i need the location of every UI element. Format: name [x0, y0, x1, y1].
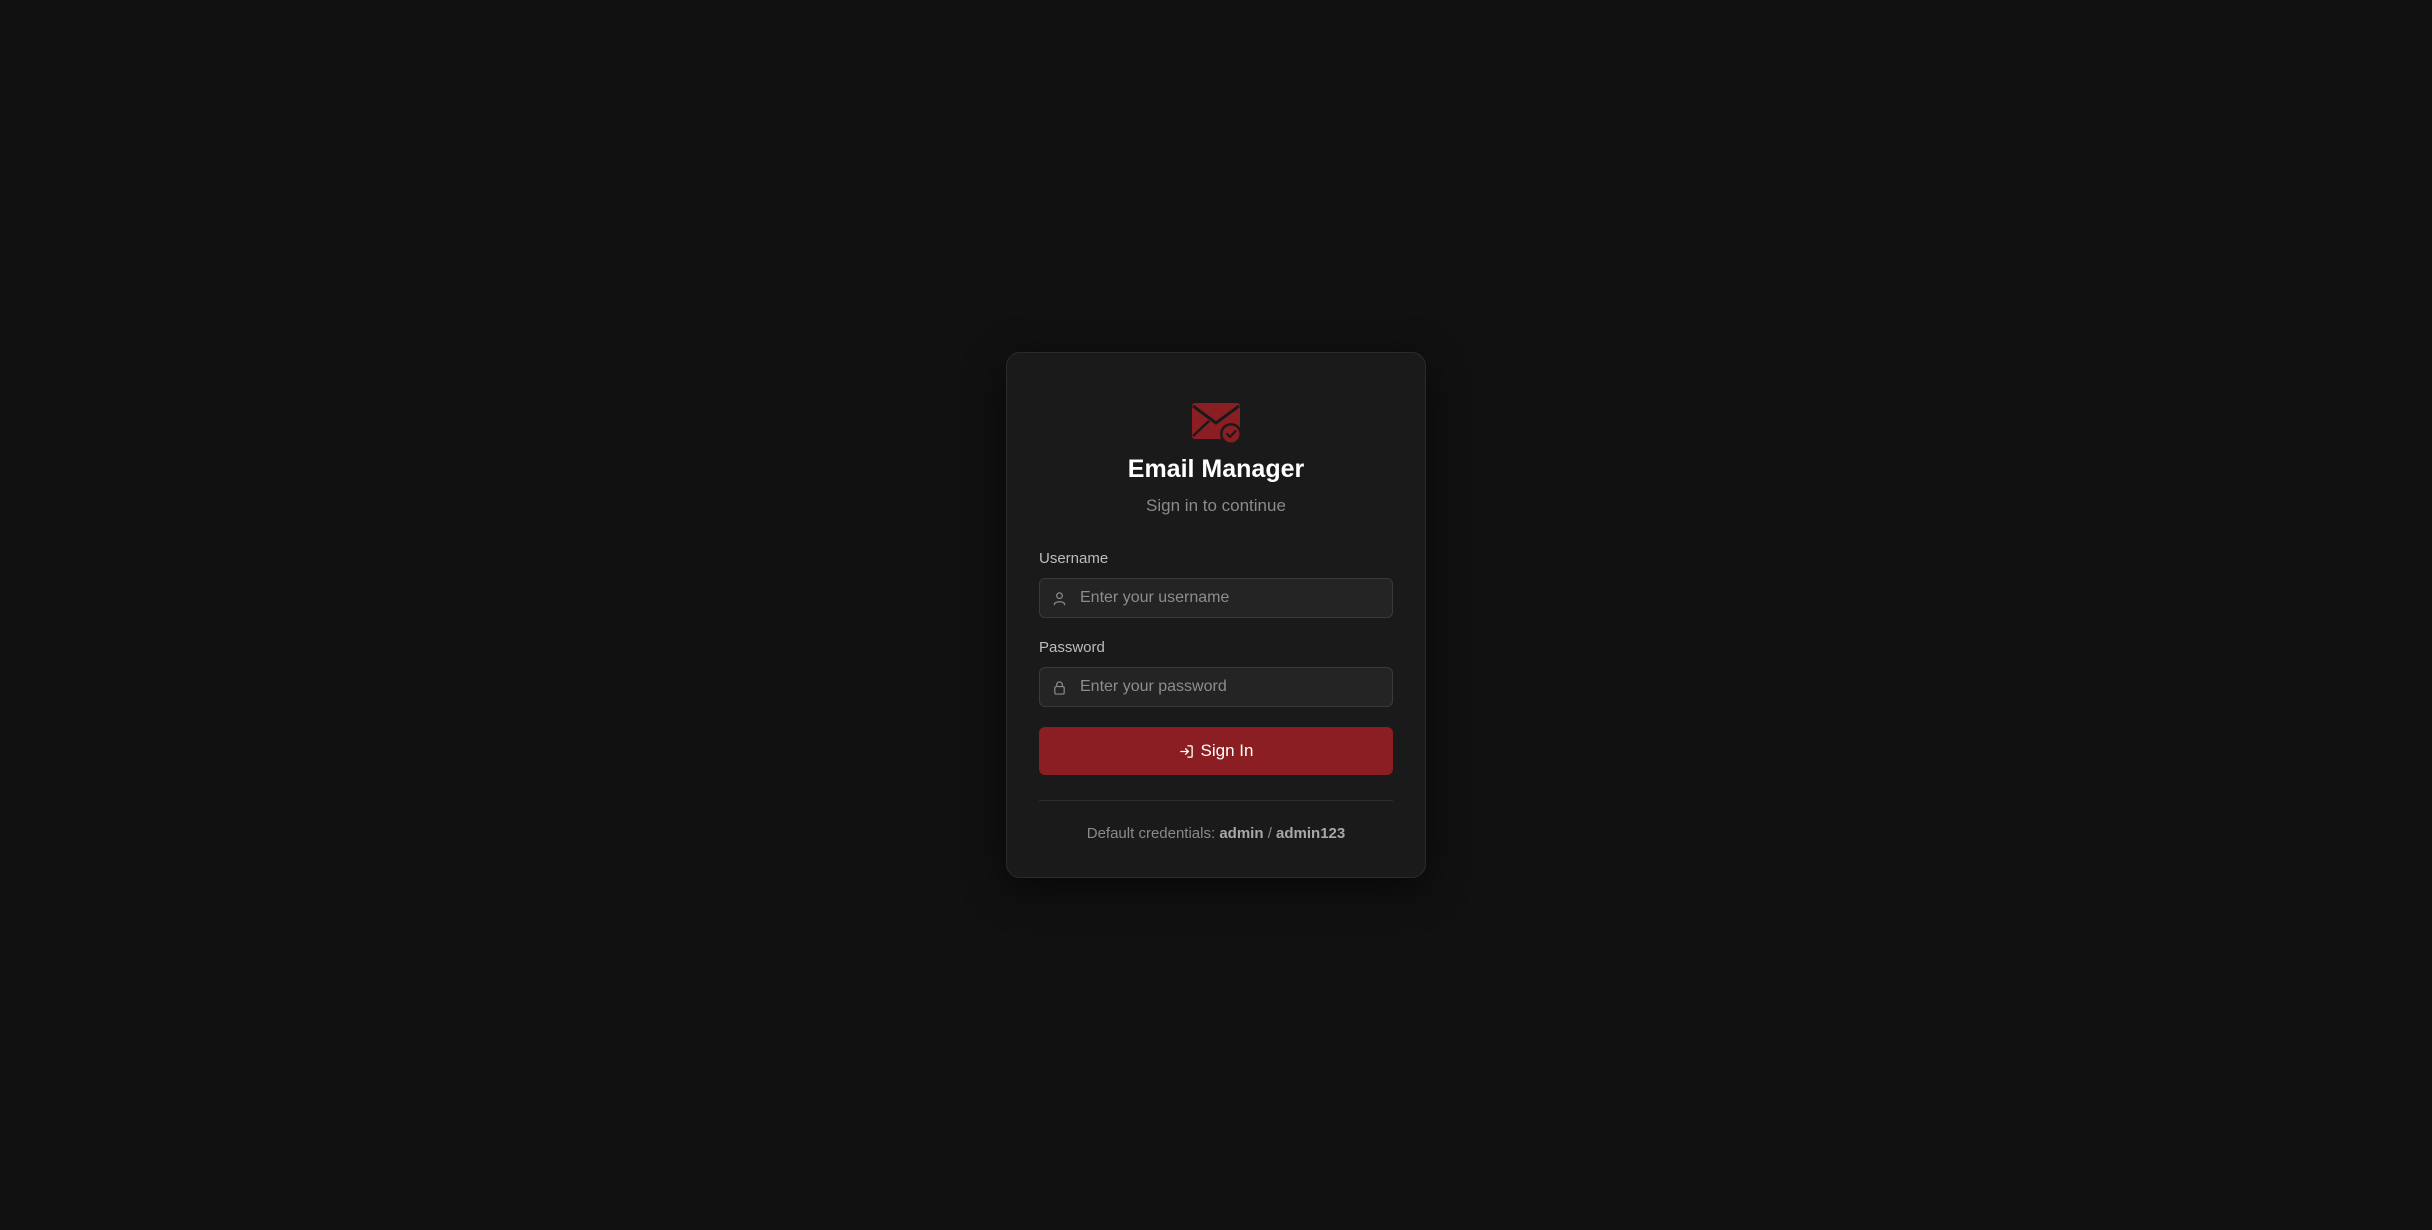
username-input[interactable]	[1080, 579, 1380, 617]
login-card: Email Manager Sign in to continue Userna…	[1006, 352, 1426, 878]
credentials-username: admin	[1219, 825, 1264, 842]
credentials-prefix: Default credentials:	[1086, 825, 1216, 842]
password-input[interactable]	[1080, 668, 1380, 706]
username-label: Username	[1039, 550, 1109, 567]
password-field	[1039, 667, 1393, 707]
sign-in-label: Sign In	[1200, 741, 1254, 760]
credentials-password: admin123	[1276, 825, 1346, 842]
app-subtitle: Sign in to continue	[1146, 496, 1286, 515]
mail-check-icon	[1192, 403, 1242, 445]
username-field	[1039, 578, 1393, 618]
lock-icon	[1054, 681, 1065, 695]
default-credentials-note: Default credentials: admin / admin123	[1007, 825, 1425, 842]
password-label: Password	[1039, 639, 1105, 656]
log-in-icon	[1179, 744, 1193, 758]
app-title: Email Manager	[1127, 455, 1305, 483]
credentials-separator: /	[1267, 825, 1272, 842]
user-icon	[1053, 592, 1066, 606]
sign-in-button[interactable]: Sign In	[1039, 727, 1393, 775]
divider	[1039, 800, 1393, 801]
